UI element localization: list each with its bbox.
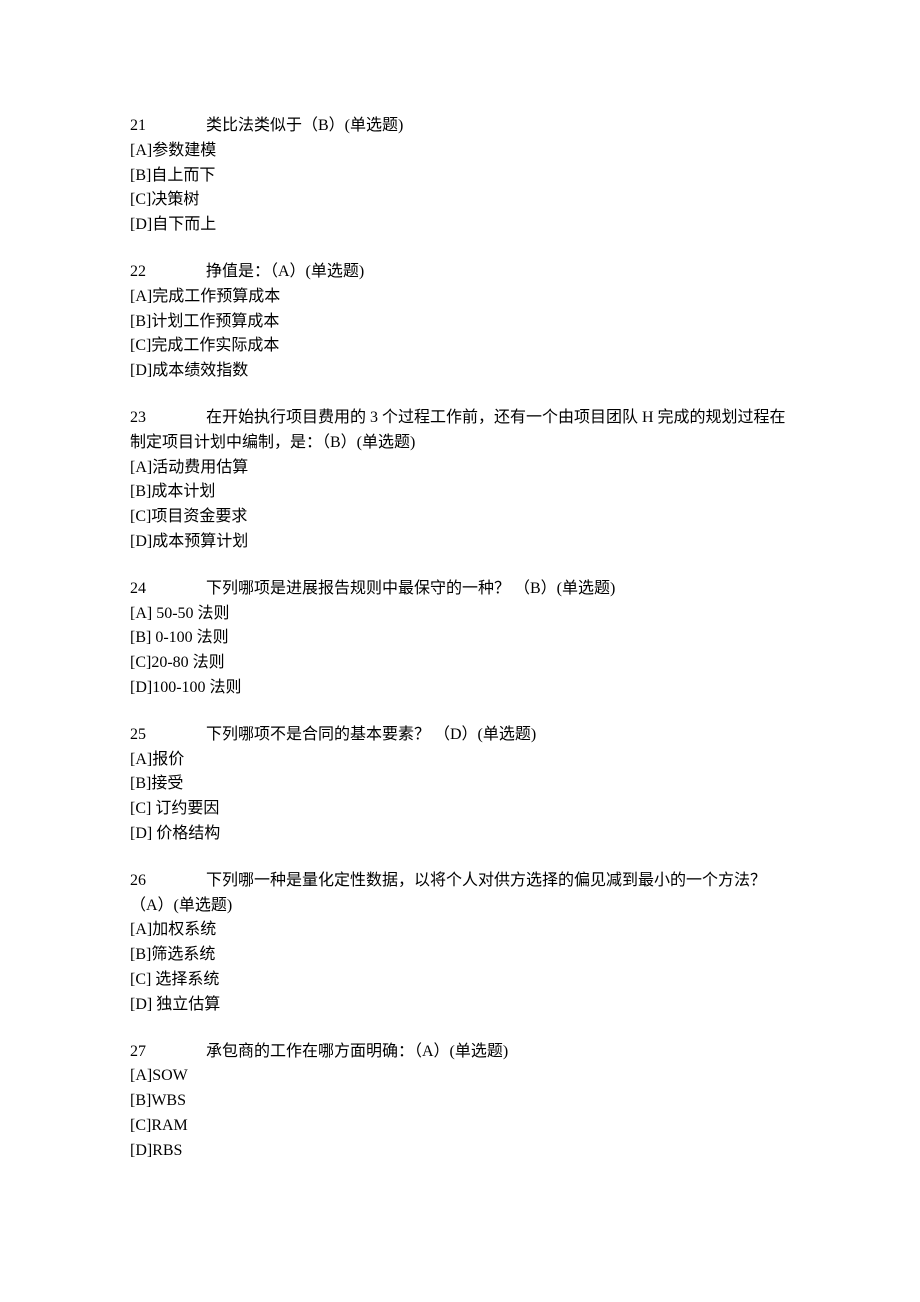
option-b: [B] 0-100 法则 [130, 626, 790, 651]
option-a: [A]加权系统 [130, 918, 790, 943]
option-a: [A]活动费用估算 [130, 456, 790, 481]
question-stem: 22挣值是：（A）(单选题) [130, 260, 790, 285]
question-text: 下列哪项不是合同的基本要素？ （D）(单选题) [206, 726, 536, 743]
question-stem: 25下列哪项不是合同的基本要素？ （D）(单选题) [130, 723, 790, 748]
question-26: 26下列哪一种是量化定性数据，以将个人对供方选择的偏见减到最小的一个方法？ （A… [130, 869, 790, 1018]
option-a: [A]完成工作预算成本 [130, 285, 790, 310]
option-c: [C]RAM [130, 1114, 790, 1139]
option-d: [D]100-100 法则 [130, 676, 790, 701]
option-c: [C] 订约要因 [130, 797, 790, 822]
question-stem: 24下列哪项是进展报告规则中最保守的一种？ （B）(单选题) [130, 577, 790, 602]
question-stem: 23在开始执行项目费用的 3 个过程工作前，还有一个由项目团队 H 完成的规划过… [130, 406, 790, 456]
option-b: [B]接受 [130, 772, 790, 797]
question-text: 下列哪一种是量化定性数据，以将个人对供方选择的偏见减到最小的一个方法？ （A）(… [130, 872, 766, 914]
question-number: 26 [130, 869, 206, 894]
option-a: [A]SOW [130, 1064, 790, 1089]
option-b: [B]筛选系统 [130, 943, 790, 968]
question-text: 下列哪项是进展报告规则中最保守的一种？ （B）(单选题) [206, 580, 615, 597]
option-d: [D]RBS [130, 1139, 790, 1164]
option-c: [C]项目资金要求 [130, 505, 790, 530]
option-a: [A]报价 [130, 748, 790, 773]
question-number: 27 [130, 1040, 206, 1065]
question-text: 挣值是：（A）(单选题) [206, 263, 364, 280]
option-b: [B]成本计划 [130, 480, 790, 505]
option-b: [B]自上而下 [130, 164, 790, 189]
option-d: [D] 价格结构 [130, 822, 790, 847]
option-d: [D]成本预算计划 [130, 530, 790, 555]
option-d: [D]自下而上 [130, 213, 790, 238]
document-page: 21类比法类似于（B）(单选题) [A]参数建模 [B]自上而下 [C]决策树 … [0, 0, 920, 1302]
question-22: 22挣值是：（A）(单选题) [A]完成工作预算成本 [B]计划工作预算成本 [… [130, 260, 790, 384]
option-a: [A]参数建模 [130, 139, 790, 164]
option-d: [D] 独立估算 [130, 993, 790, 1018]
question-21: 21类比法类似于（B）(单选题) [A]参数建模 [B]自上而下 [C]决策树 … [130, 114, 790, 238]
question-stem: 27承包商的工作在哪方面明确：（A）(单选题) [130, 1040, 790, 1065]
question-number: 23 [130, 406, 206, 431]
question-number: 22 [130, 260, 206, 285]
option-c: [C]完成工作实际成本 [130, 334, 790, 359]
option-d: [D]成本绩效指数 [130, 359, 790, 384]
question-number: 24 [130, 577, 206, 602]
question-text: 承包商的工作在哪方面明确：（A）(单选题) [206, 1043, 508, 1060]
question-24: 24下列哪项是进展报告规则中最保守的一种？ （B）(单选题) [A] 50-50… [130, 577, 790, 701]
option-a: [A] 50-50 法则 [130, 602, 790, 627]
option-c: [C] 选择系统 [130, 968, 790, 993]
question-23: 23在开始执行项目费用的 3 个过程工作前，还有一个由项目团队 H 完成的规划过… [130, 406, 790, 555]
option-c: [C]20-80 法则 [130, 651, 790, 676]
option-b: [B]计划工作预算成本 [130, 310, 790, 335]
question-number: 21 [130, 114, 206, 139]
question-number: 25 [130, 723, 206, 748]
option-c: [C]决策树 [130, 188, 790, 213]
question-text: 类比法类似于（B）(单选题) [206, 117, 403, 134]
question-27: 27承包商的工作在哪方面明确：（A）(单选题) [A]SOW [B]WBS [C… [130, 1040, 790, 1164]
question-stem: 21类比法类似于（B）(单选题) [130, 114, 790, 139]
question-stem: 26下列哪一种是量化定性数据，以将个人对供方选择的偏见减到最小的一个方法？ （A… [130, 869, 790, 919]
question-25: 25下列哪项不是合同的基本要素？ （D）(单选题) [A]报价 [B]接受 [C… [130, 723, 790, 847]
question-text: 在开始执行项目费用的 3 个过程工作前，还有一个由项目团队 H 完成的规划过程在… [130, 409, 786, 451]
option-b: [B]WBS [130, 1089, 790, 1114]
